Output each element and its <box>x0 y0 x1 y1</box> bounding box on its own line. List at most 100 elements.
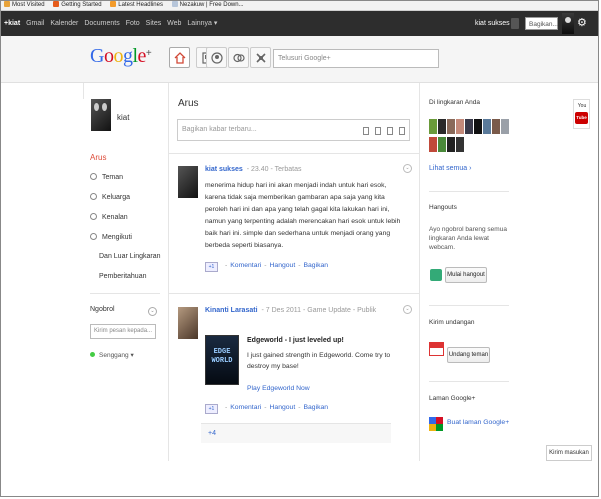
games-icon <box>256 53 266 63</box>
circle-icon <box>90 233 97 240</box>
gbar-item-photos[interactable]: Foto <box>126 20 140 27</box>
page-icon <box>171 1 178 7</box>
chevron-down-icon[interactable]: ⌄ <box>148 307 157 316</box>
post-body: menerima hidup hari ini akan menjadi ind… <box>205 182 401 249</box>
profile-avatar[interactable] <box>91 99 111 131</box>
nav-stream[interactable]: Arus <box>90 153 106 162</box>
post-menu-chevron-icon[interactable]: ⌄ <box>403 305 412 314</box>
send-feedback-button[interactable]: Kirim masukan <box>546 445 592 461</box>
see-all-link[interactable]: Lihat semua › <box>429 165 471 172</box>
post-actions: +1- Komentari - Hangout - Bagikan <box>205 262 328 272</box>
start-hangout-button[interactable]: Mulai hangout <box>445 267 487 283</box>
notification-count[interactable] <box>511 18 519 29</box>
gbar-item-calendar[interactable]: Kalender <box>50 20 78 27</box>
video-attach-icon[interactable] <box>375 127 382 135</box>
post-author-avatar[interactable] <box>178 166 198 198</box>
bookmark-most-visited[interactable]: Most Visited <box>4 1 45 10</box>
avatar[interactable] <box>438 137 446 152</box>
nav-circle-acquaintances[interactable]: Kenalan <box>90 213 128 221</box>
nav-outside-circles[interactable]: Dan Luar Lingkaran <box>99 253 161 260</box>
profile-name[interactable]: kiat <box>117 113 129 122</box>
avatar[interactable] <box>465 119 473 134</box>
hangout-link[interactable]: Hangout <box>270 404 296 411</box>
post-author-avatar[interactable] <box>178 307 198 339</box>
comment-link[interactable]: Komentari <box>230 404 261 411</box>
gbar-item-more[interactable]: Lainnya ▾ <box>187 20 217 27</box>
pages-title: Laman Google+ <box>429 395 476 402</box>
search-input[interactable]: Telusuri Google+ <box>273 49 439 68</box>
gbar-item-sites[interactable]: Sites <box>146 20 162 27</box>
nav-circle-family[interactable]: Keluarga <box>90 193 130 201</box>
hangouts-description: Ayo ngobrol bareng semua lingkaran Anda … <box>429 226 507 251</box>
google-bar: +kiat Gmail Kalender Documents Foto Site… <box>1 11 598 36</box>
avatar[interactable] <box>429 137 437 152</box>
plus-one-button[interactable]: +1 <box>205 262 218 272</box>
create-page-link[interactable]: Buat laman Google+ <box>447 419 509 426</box>
avatar[interactable] <box>456 119 464 134</box>
share-link[interactable]: Bagikan <box>303 262 328 269</box>
location-attach-icon[interactable] <box>399 127 405 135</box>
gbar-avatar[interactable] <box>562 13 574 34</box>
invite-envelope-icon <box>429 342 444 356</box>
google-bar-nav: +kiat Gmail Kalender Documents Foto Site… <box>4 11 221 36</box>
gear-icon[interactable]: ⚙ <box>577 16 587 30</box>
google-pages-icon <box>429 417 443 431</box>
nav-circles-button[interactable] <box>228 47 249 68</box>
gbar-item-plus-kiat[interactable]: +kiat <box>4 20 20 27</box>
avatar[interactable] <box>492 119 500 134</box>
comment-link[interactable]: Komentari <box>230 262 261 269</box>
gbar-item-documents[interactable]: Documents <box>84 20 119 27</box>
play-edgeworld-link[interactable]: Play Edgeworld Now <box>247 385 310 392</box>
gbar-item-gmail[interactable]: Gmail <box>26 20 44 27</box>
share-box-input[interactable]: Bagikan kabar terbaru... <box>177 119 410 141</box>
circle-icon <box>90 213 97 220</box>
nav-circle-following[interactable]: Mengikuti <box>90 233 132 241</box>
nav-home-button[interactable] <box>169 47 190 68</box>
profile-icon <box>211 52 223 64</box>
gbar-item-web[interactable]: Web <box>167 20 181 27</box>
google-plus-logo[interactable]: Google+ <box>90 45 152 68</box>
status-dot-icon <box>90 352 95 357</box>
avatar[interactable] <box>474 119 482 134</box>
photo-attach-icon[interactable] <box>363 127 370 135</box>
avatar[interactable] <box>456 137 464 152</box>
plus-one-count[interactable]: +4 <box>201 423 391 443</box>
avatar[interactable] <box>483 119 491 134</box>
youtube-icon[interactable]: You Tube <box>573 99 590 129</box>
nav-profile-button[interactable] <box>206 47 227 68</box>
hangout-link[interactable]: Hangout <box>270 262 296 269</box>
edgeworld-game-image[interactable]: EDGE WORLD <box>205 335 239 385</box>
bookmark-nezakuw[interactable]: Nezakuw | Free Down... <box>171 1 244 10</box>
avatar[interactable] <box>447 119 455 134</box>
avatar[interactable] <box>501 119 509 134</box>
plus-one-button[interactable]: +1 <box>205 404 218 414</box>
chat-title: Ngobrol <box>90 306 115 313</box>
game-update-description: I just gained strength in Edgeworld. Com… <box>247 352 391 370</box>
chat-search-input[interactable]: Kirim pesan kepada... <box>90 324 156 339</box>
circles-icon <box>233 53 245 63</box>
post-author[interactable]: Kinanti Larasati - 7 Des 2011 - Game Upda… <box>205 307 376 314</box>
post-actions: +1- Komentari - Hangout - Bagikan <box>205 404 328 414</box>
invite-friends-button[interactable]: Undang teman <box>447 347 490 363</box>
bookmark-latest-headlines[interactable]: Latest Headlines <box>110 1 163 10</box>
share-link[interactable]: Bagikan <box>303 404 328 411</box>
avatar[interactable] <box>447 137 455 152</box>
chat-status[interactable]: Senggang ▾ <box>90 351 134 359</box>
browser-window: Most Visited Getting Started Latest Head… <box>0 0 599 497</box>
avatar[interactable] <box>429 119 437 134</box>
page-bottom <box>1 461 598 496</box>
post-menu-chevron-icon[interactable]: ⌄ <box>403 164 412 173</box>
rss-icon <box>110 1 117 7</box>
link-attach-icon[interactable] <box>387 127 394 135</box>
gbar-user-name[interactable]: kiat sukses <box>475 11 510 36</box>
circle-icon <box>90 173 97 180</box>
nav-circle-friends[interactable]: Teman <box>90 173 123 181</box>
bookmark-getting-started[interactable]: Getting Started <box>53 1 102 10</box>
avatar[interactable] <box>438 119 446 134</box>
nav-notifications[interactable]: Pemberitahuan <box>99 273 146 280</box>
game-update-title: Edgeworld - I just leveled up! <box>247 337 344 344</box>
nav-games-button[interactable] <box>250 47 271 68</box>
post-author[interactable]: kiat sukses - 23.40 - Terbatas <box>205 166 302 173</box>
gbar-share-button[interactable]: Bagikan... <box>525 17 558 30</box>
bookmarks-bar: Most Visited Getting Started Latest Head… <box>1 1 598 11</box>
